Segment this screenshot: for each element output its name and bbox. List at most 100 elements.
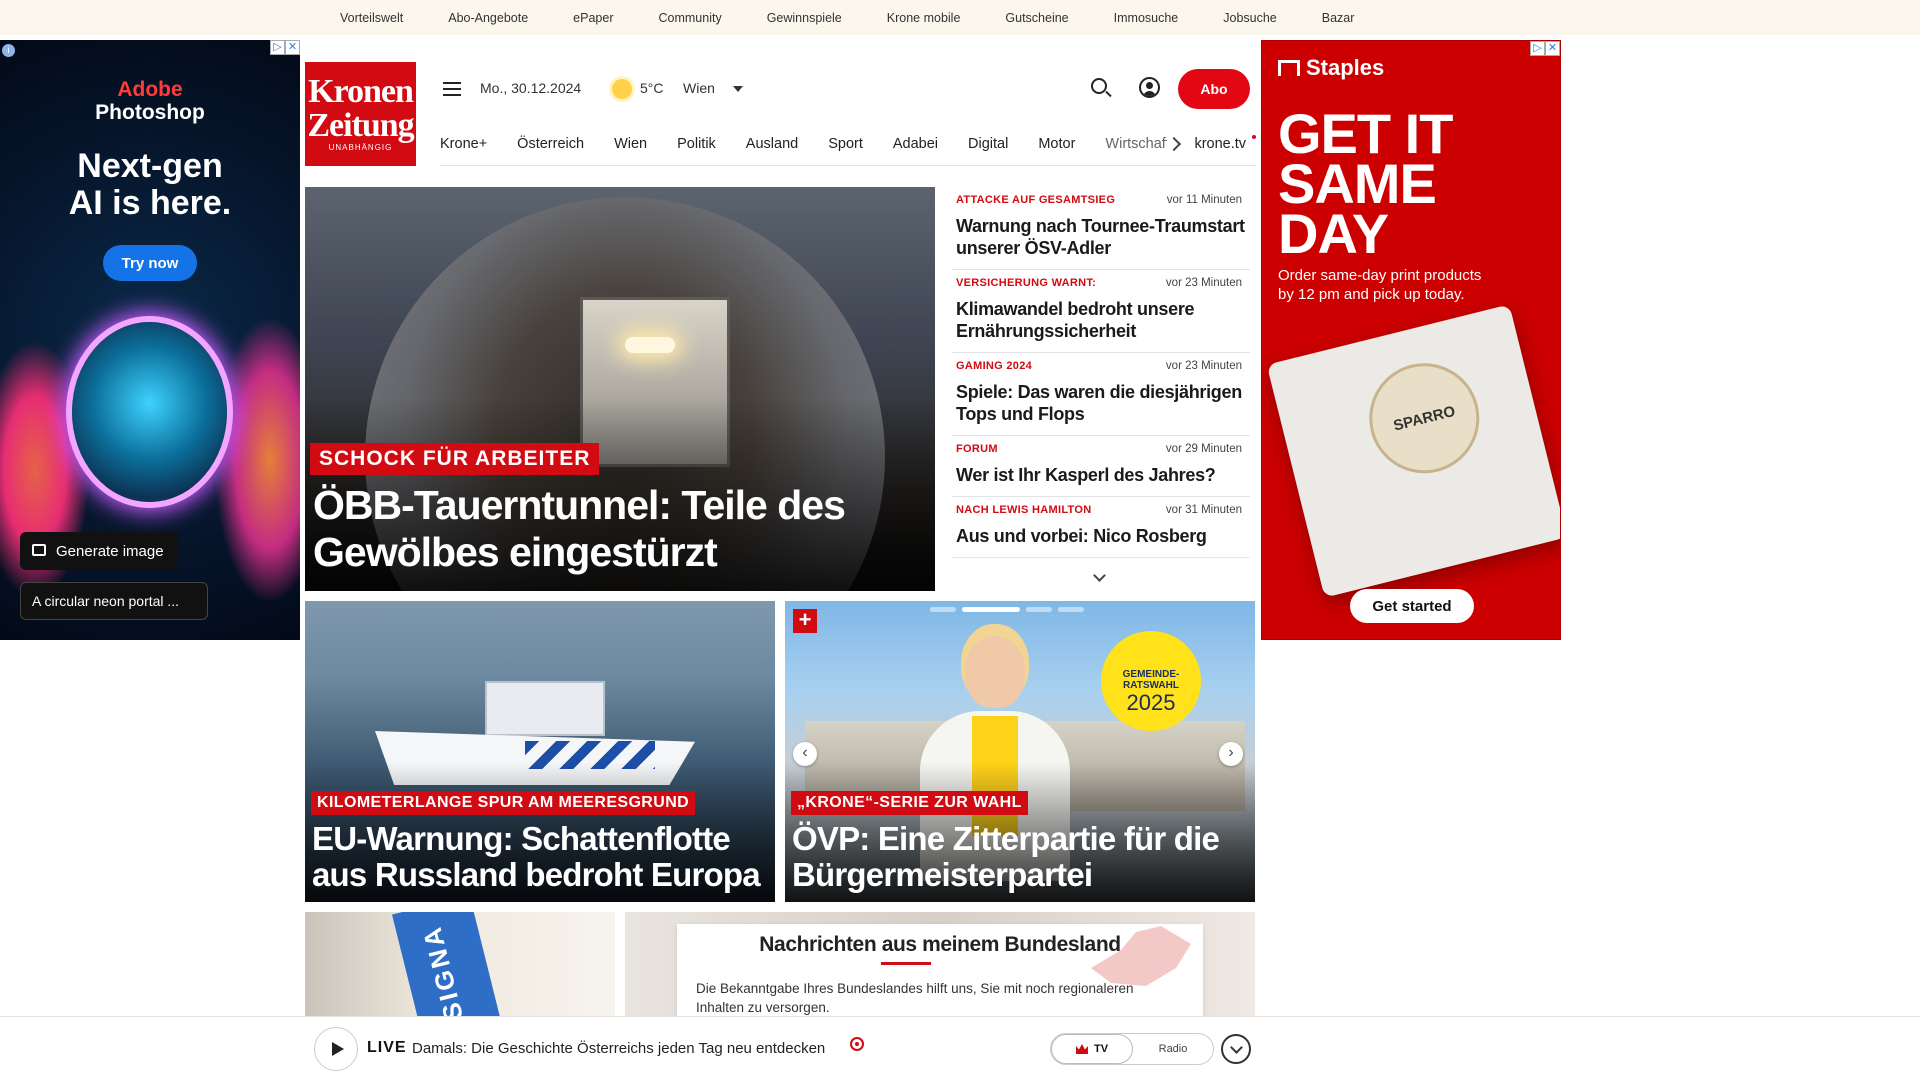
radio-tab[interactable]: Radio xyxy=(1133,1034,1213,1064)
chevron-right-icon[interactable] xyxy=(1166,136,1181,151)
topbar-link-community[interactable]: Community xyxy=(658,11,721,25)
topbar-link-immosuche[interactable]: Immosuche xyxy=(1114,11,1179,25)
play-button[interactable] xyxy=(314,1027,358,1071)
list-item[interactable]: FORUM vor 29 Minuten Wer ist Ihr Kasperl d… xyxy=(952,436,1250,497)
lamp-image xyxy=(625,337,675,353)
nav-item-wirtschaft[interactable]: Wirtschaft xyxy=(1105,136,1166,152)
current-date: Mo., 30.12.2024 xyxy=(480,80,582,96)
live-label: LIVE xyxy=(367,1039,407,1056)
account-icon[interactable] xyxy=(1139,77,1160,98)
topbar-link-gutscheine[interactable]: Gutscheine xyxy=(1005,11,1068,25)
logo-line: Kronen xyxy=(308,73,414,110)
nav-item-ausland[interactable]: Ausland xyxy=(746,136,798,152)
article-card[interactable]: GEMEINDE- RATSWAHL 2025 + ‹ › „KRONE“-SERI… xyxy=(785,601,1255,902)
right-ad-banner[interactable]: ▷ ✕ Staples GET IT SAME DAY Order same-day … xyxy=(1261,40,1561,640)
ad-brand-line: Photoshop xyxy=(95,101,205,124)
nav-item-wien[interactable]: Wien xyxy=(614,136,647,152)
nav-item-adabei[interactable]: Adabei xyxy=(893,136,938,152)
hero-title[interactable]: ÖBB-Tauerntunnel: Teile des Gewölbes ein… xyxy=(313,482,923,576)
nav-item-motor[interactable]: Motor xyxy=(1038,136,1075,152)
hero-kicker: SCHOCK FÜR ARBEITER xyxy=(310,443,600,475)
nav-item-sport[interactable]: Sport xyxy=(828,136,863,152)
list-item[interactable]: ATTACKE AUF GESAMTSIEG vor 11 Minuten Warn… xyxy=(952,187,1250,270)
left-ad-banner[interactable]: i ▷ ✕ Adobe Photoshop Next-gen AI is here. … xyxy=(0,40,300,640)
city-select[interactable]: Wien xyxy=(683,80,715,96)
bundesland-text: Die Bekanntgabe Ihres Bundeslandes hilft… xyxy=(696,981,1134,1015)
item-time: vor 31 Minuten xyxy=(1165,504,1242,516)
menu-icon[interactable] xyxy=(443,82,461,96)
ad-close-icon[interactable]: ✕ xyxy=(285,40,300,55)
staples-logo: Staples xyxy=(1278,55,1384,81)
kronen-zeitung-logo[interactable]: Kronen Zeitung UNABHÄNGIG xyxy=(305,62,416,166)
article-card[interactable]: KILOMETERLANGE SPUR AM MEERESGRUND EU-Wa… xyxy=(305,601,775,902)
bundesland-title: Nachrichten aus meinem Bundesland xyxy=(759,933,1121,956)
item-title[interactable]: Aus und vorbei: Nico Rosberg xyxy=(956,525,1246,547)
nav-item-digital[interactable]: Digital xyxy=(968,136,1008,152)
site-header: Kronen Zeitung UNABHÄNGIG Mo., 30.12.202… xyxy=(305,62,1256,166)
chevron-down-icon[interactable] xyxy=(733,86,743,92)
latest-news-list: ATTACKE AUF GESAMTSIEG vor 11 Minuten Warn… xyxy=(952,187,1250,594)
list-item[interactable]: GAMING 2024 vor 23 Minuten Spiele: Das war… xyxy=(952,353,1250,436)
ad-headline: GET IT SAME DAY xyxy=(1278,106,1453,262)
ad-choices-icon[interactable]: ▷ xyxy=(1530,41,1545,56)
nav-item-krone-plus[interactable]: Krone+ xyxy=(440,136,487,152)
card-title[interactable]: EU-Warnung: Schattenflotte aus Russland … xyxy=(312,821,767,893)
tv-radio-toggle[interactable]: TV Radio xyxy=(1050,1033,1214,1065)
list-item[interactable]: NACH LEWIS HAMILTON vor 31 Minuten Aus und… xyxy=(952,497,1250,558)
carousel-dot[interactable] xyxy=(930,607,956,612)
ad-try-now-button[interactable]: Try now xyxy=(103,245,197,281)
ad-choices[interactable]: ▷ ✕ xyxy=(1530,41,1560,56)
item-time: vor 29 Minuten xyxy=(1165,443,1242,455)
topbar-link-abo-angebote[interactable]: Abo-Angebote xyxy=(448,11,528,25)
ad-choices[interactable]: ▷ ✕ xyxy=(270,40,300,55)
election-badge: GEMEINDE- RATSWAHL 2025 xyxy=(1101,631,1201,731)
list-item[interactable]: VERSICHERUNG WARNT: vor 23 Minuten Klimawa… xyxy=(952,270,1250,353)
ad-brand-line: Adobe xyxy=(117,78,183,101)
ad-info-icon[interactable]: i xyxy=(2,44,15,57)
live-title[interactable]: Damals: Die Geschichte Österreichs jeden… xyxy=(412,1040,825,1057)
topbar-link-bazar[interactable]: Bazar xyxy=(1322,11,1355,25)
nav-item-krone-tv[interactable]: krone.tv xyxy=(1194,136,1246,152)
item-time: vor 11 Minuten xyxy=(1166,194,1242,206)
ad-choices-icon[interactable]: ▷ xyxy=(270,40,285,55)
ad-headline: Next-gen AI is here. xyxy=(0,148,300,222)
carousel-dot[interactable] xyxy=(1026,607,1052,612)
ad-prompt-field[interactable]: A circular neon portal ... xyxy=(20,582,208,620)
badge-line: GEMEINDE- xyxy=(1122,669,1180,680)
badge-year: 2025 xyxy=(1126,690,1176,715)
ad-get-started-button[interactable]: Get started xyxy=(1350,589,1474,623)
card-title[interactable]: ÖVP: Eine Zitterpartie für die Bürgermei… xyxy=(792,821,1247,893)
nav-item-politik[interactable]: Politik xyxy=(677,136,716,152)
item-title[interactable]: Wer ist Ihr Kasperl des Jahres? xyxy=(956,464,1246,486)
carousel-dot-active[interactable] xyxy=(962,607,1020,612)
tv-tab[interactable]: TV xyxy=(1051,1034,1133,1064)
ad-subtext: Order same-day print products by 12 pm an… xyxy=(1278,266,1481,304)
ad-generate-image-button[interactable]: Generate image xyxy=(20,532,178,570)
ad-headline-line: Next-gen xyxy=(77,147,223,185)
temperature: 5°C xyxy=(640,80,664,96)
carousel-dot[interactable] xyxy=(1058,607,1084,612)
top-utility-bar: Vorteilswelt Abo-Angebote ePaper Communi… xyxy=(0,0,1920,35)
search-icon[interactable] xyxy=(1091,78,1107,94)
broadcast-icon xyxy=(850,1037,864,1051)
item-title[interactable]: Spiele: Das waren die diesjährigen Tops … xyxy=(956,381,1246,425)
krone-plus-icon: + xyxy=(793,609,817,633)
hero-article[interactable]: SCHOCK FÜR ARBEITER ÖBB-Tauerntunnel: Te… xyxy=(305,187,935,591)
ad-close-icon[interactable]: ✕ xyxy=(1545,41,1560,56)
item-title[interactable]: Klimawandel bedroht unsere Ernährungssic… xyxy=(956,298,1246,342)
staples-logo-text: Staples xyxy=(1306,55,1385,80)
ad-subtext-line: Order same-day print products xyxy=(1278,267,1482,284)
topbar-link-jobsuche[interactable]: Jobsuche xyxy=(1223,11,1277,25)
item-title[interactable]: Warnung nach Tournee-Traumstart unserer … xyxy=(956,215,1246,259)
expand-player-icon[interactable] xyxy=(1221,1034,1251,1064)
topbar-link-vorteilswelt[interactable]: Vorteilswelt xyxy=(340,11,403,25)
topbar-link-krone-mobile[interactable]: Krone mobile xyxy=(887,11,961,25)
abo-button[interactable]: Abo xyxy=(1178,69,1250,109)
sign-text: SIGNA xyxy=(416,921,469,1024)
nav-item-oesterreich[interactable]: Österreich xyxy=(517,136,584,152)
ad-print-product-image: SPARRO xyxy=(1266,304,1560,598)
coral-decoration xyxy=(215,320,300,600)
sun-weather-icon xyxy=(612,79,632,99)
topbar-link-epaper[interactable]: ePaper xyxy=(573,11,613,25)
topbar-link-gewinnspiele[interactable]: Gewinnspiele xyxy=(767,11,842,25)
